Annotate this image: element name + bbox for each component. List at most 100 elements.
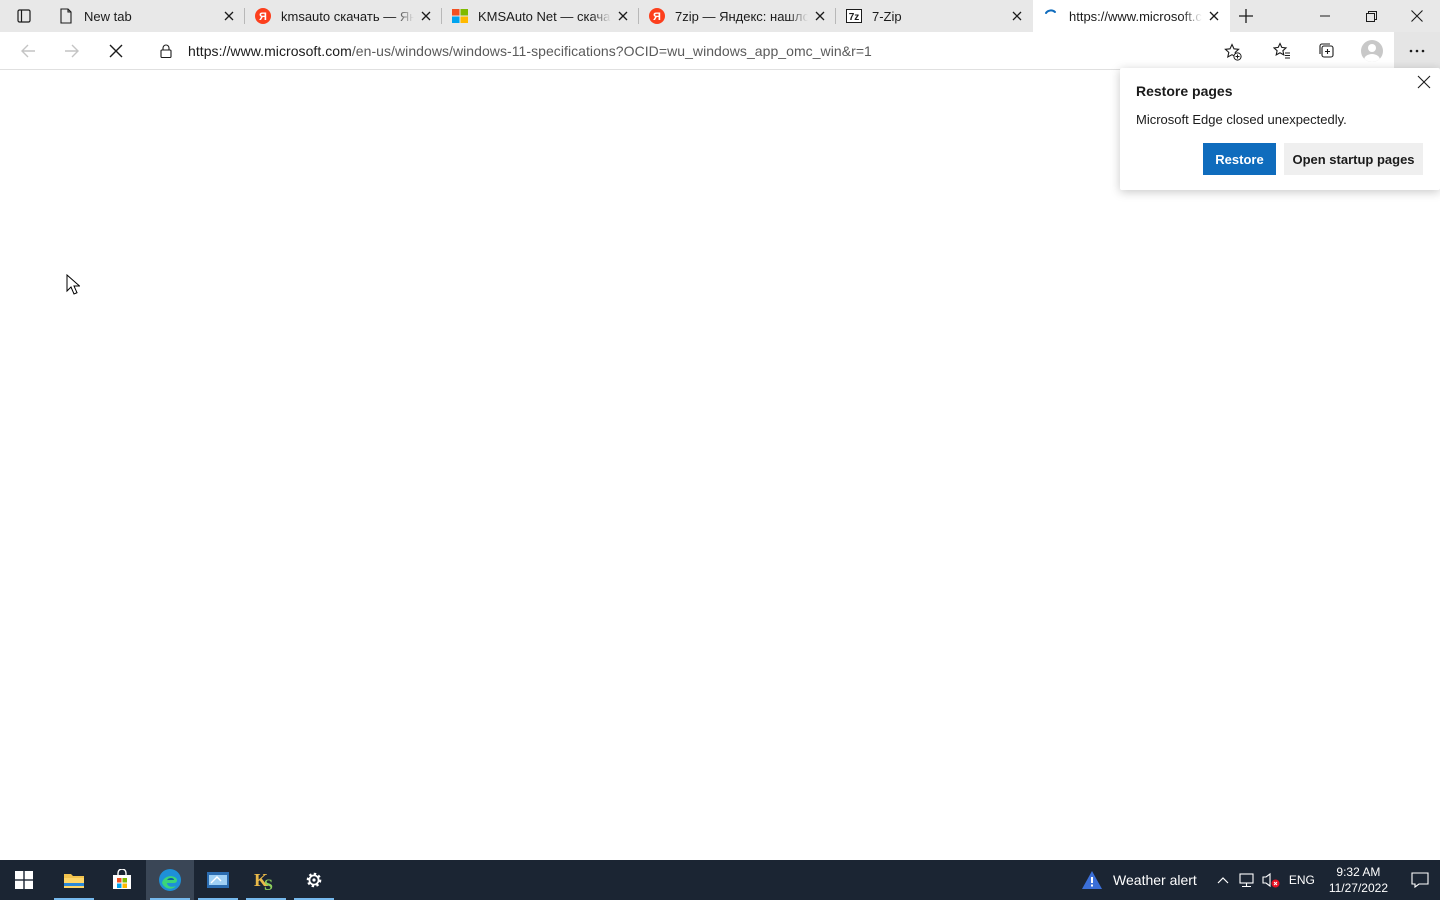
taskbar-file-explorer[interactable] [50,860,98,900]
tab-7zip[interactable]: 7z 7-Zip [836,0,1033,32]
tab-new-tab[interactable]: New tab [48,0,245,32]
profile-button[interactable] [1349,32,1394,70]
tab-title: New tab [84,8,132,24]
stop-icon [109,44,123,57]
new-tab-button[interactable] [1232,0,1260,32]
avatar [1360,40,1383,62]
favorites-icon [1272,42,1290,59]
tab-strip: New tab Я kmsauto скачать — Яндекс: нашл… [0,0,1440,32]
open-startup-pages-button[interactable]: Open startup pages [1284,143,1423,175]
start-button[interactable] [0,860,48,900]
yandex-icon: Я [255,8,271,24]
svg-text:7z: 7z [849,12,860,23]
dialog-message: Microsoft Edge closed unexpectedly. [1136,112,1347,127]
tab-title: 7-Zip [872,8,902,24]
close-tab-icon[interactable] [418,8,434,24]
tab-7zip-search[interactable]: Я 7zip — Яндекс: нашлось [639,0,836,32]
tab-title: https://www.microsoft.com [1069,8,1202,24]
page-icon [58,8,74,24]
7zip-icon: 7z [846,8,862,24]
windows-start-icon [15,871,33,889]
browser-toolbar: https://www.microsoft.com/en-us/windows/… [0,32,1440,70]
collections-icon [1318,43,1334,58]
weather-label: Weather alert [1113,872,1197,888]
clock-time: 9:32 AM [1336,865,1381,879]
favorites-button[interactable] [1259,32,1304,70]
minimize-icon [1320,15,1330,17]
action-center-button[interactable] [1400,860,1440,900]
tab-title: kmsauto скачать — Яндекс: нашлось [281,8,414,24]
back-button[interactable] [6,32,50,70]
tab-title: KMSAuto Net — скачать [478,8,611,24]
close-tab-icon[interactable] [221,8,237,24]
url-host: https://www.microsoft.com [188,43,352,59]
notification-icon [1411,872,1429,889]
tab-kmsauto-search[interactable]: Я kmsauto скачать — Яндекс: нашлось [245,0,442,32]
forward-arrow-icon [65,44,79,57]
close-tab-icon[interactable] [812,8,828,24]
tab-actions-button[interactable] [0,0,48,32]
input-language[interactable]: ENG [1289,873,1315,887]
close-tab-icon[interactable] [615,8,631,24]
close-tab-icon[interactable] [1206,8,1222,24]
system-tray: Weather alert ENG 9:32 AM 11/27/2022 [1081,860,1440,900]
taskbar: KS Weather alert ENG 9:32 AM 11/27/2022 [0,860,1440,900]
close-icon [1411,10,1423,22]
window-controls [1302,0,1440,32]
minimize-button[interactable] [1302,0,1348,32]
add-favorite-icon[interactable] [1224,43,1242,61]
tab-actions-icon [17,9,31,23]
tab-microsoft-active[interactable]: https://www.microsoft.com [1033,0,1230,32]
svg-text:S: S [264,877,273,892]
volume-muted-icon [1262,872,1280,888]
tab-kmsauto-net[interactable]: KMSAuto Net — скачать [442,0,639,32]
warning-icon [1082,871,1103,889]
taskbar-app-window[interactable] [194,860,242,900]
tab-title: 7zip — Яндекс: нашлось [675,8,808,24]
folder-icon [64,874,84,888]
chevron-up-icon [1217,877,1229,884]
kmsauto-icon: KS [254,870,273,892]
taskbar-store[interactable] [98,860,146,900]
restore-pages-dialog: Restore pages Microsoft Edge closed unex… [1120,68,1440,190]
windows-logo-icon [452,8,468,24]
taskbar-edge[interactable] [146,860,194,900]
svg-text:Я: Я [259,11,267,23]
svg-text:Я: Я [653,11,661,23]
show-hidden-icons-button[interactable] [1211,860,1235,900]
stop-loading-button[interactable] [94,32,138,70]
url-text[interactable]: https://www.microsoft.com/en-us/windows/… [188,43,872,59]
address-bar[interactable]: https://www.microsoft.com/en-us/windows/… [144,35,1250,67]
weather-widget[interactable]: Weather alert [1081,870,1197,890]
restore-button[interactable]: Restore [1203,143,1276,175]
lock-icon[interactable] [158,43,174,59]
restore-window-button[interactable] [1348,0,1394,32]
clock[interactable]: 9:32 AM 11/27/2022 [1329,864,1388,896]
back-arrow-icon [21,44,35,57]
taskbar-kmsauto[interactable]: KS [242,860,290,900]
network-button[interactable] [1235,860,1259,900]
close-dialog-icon[interactable] [1416,74,1432,90]
taskbar-settings[interactable] [290,860,338,900]
app-window-icon [207,872,229,888]
toolbar-right [1259,32,1440,70]
restore-window-icon [1365,10,1377,22]
network-icon [1239,873,1254,888]
close-window-button[interactable] [1394,0,1440,32]
url-path: /en-us/windows/windows-11-specifications… [351,43,872,59]
store-bag-icon [113,869,131,889]
loading-icon [1043,8,1059,24]
close-tab-icon[interactable] [1009,8,1025,24]
forward-button[interactable] [50,32,94,70]
mouse-cursor-icon [66,273,81,301]
yandex-icon: Я [649,8,665,24]
edge-icon [159,869,181,891]
collections-button[interactable] [1304,32,1349,70]
volume-button[interactable] [1259,860,1283,900]
clock-date: 11/27/2022 [1328,881,1388,895]
gear-icon [306,872,322,888]
more-dots-icon [1409,49,1425,53]
dialog-title: Restore pages [1136,83,1233,99]
plus-icon [1239,9,1253,23]
settings-and-more-button[interactable] [1394,32,1440,70]
